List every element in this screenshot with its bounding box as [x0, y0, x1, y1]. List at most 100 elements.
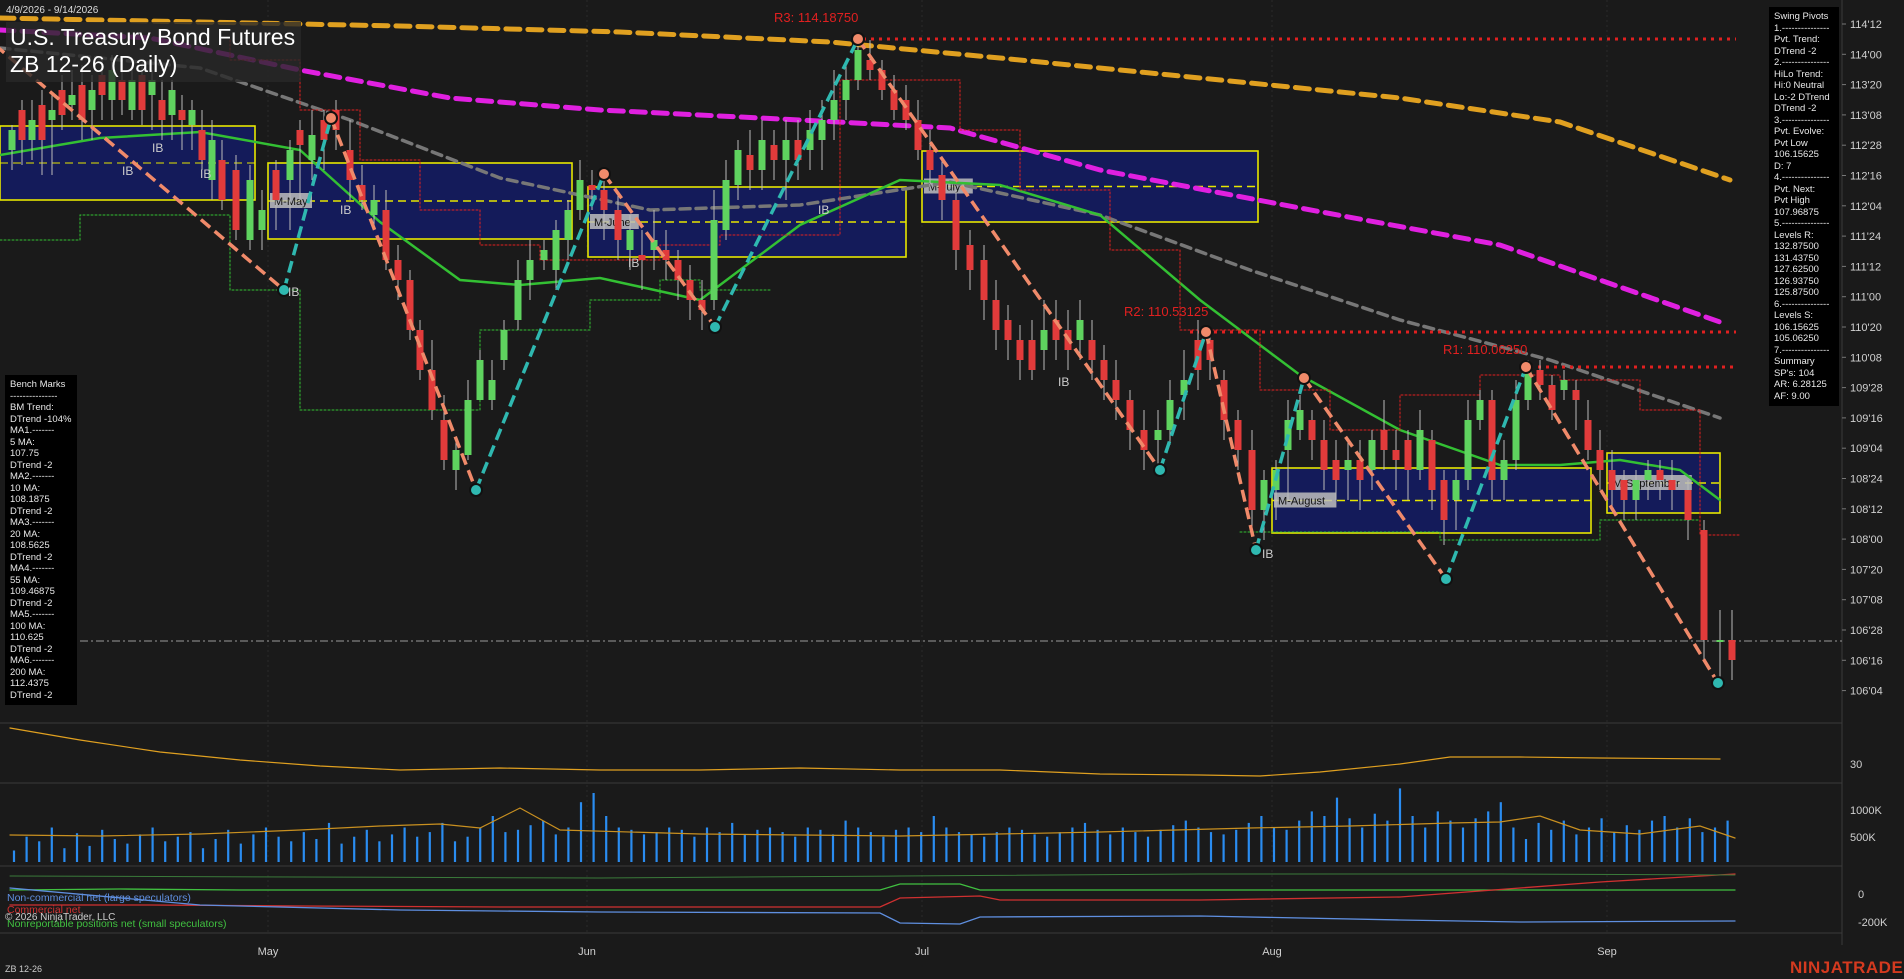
candle-body: [938, 175, 946, 200]
candle-body: [1684, 490, 1692, 520]
candle-body: [1040, 330, 1048, 350]
candle-body: [1500, 460, 1508, 480]
monthly-box-label: M-June: [594, 217, 631, 229]
benchmarks-line: 109.46875: [10, 586, 55, 597]
benchmarks-line: 112.4375: [10, 678, 49, 689]
oscillator-tick-label: 30: [1850, 759, 1862, 771]
candle-body: [308, 135, 316, 160]
candle-body: [1584, 420, 1592, 450]
candle-body: [1620, 480, 1628, 500]
benchmarks-line: MA4.-------: [10, 563, 55, 574]
chart-title: U.S. Treasury Bond Futures: [10, 24, 296, 50]
candle-body: [452, 450, 460, 470]
benchmarks-line: 10 MA:: [10, 482, 41, 494]
ib-label: IB: [340, 203, 351, 217]
candle-body: [28, 120, 36, 140]
swing-pivots-line: Levels R:: [1774, 229, 1814, 241]
swing-pivots-line: Hi:0 Neutral: [1774, 80, 1825, 91]
month-label: May: [258, 946, 279, 958]
candle-body: [952, 200, 960, 250]
ib-label: IB: [200, 167, 211, 181]
swing-pivots-line: 7.---------------: [1774, 344, 1830, 356]
volume-tick-label: 500K: [1850, 832, 1876, 844]
candle-body: [296, 130, 304, 145]
swing-pivots-line: 126.93750: [1774, 275, 1819, 287]
benchmarks-line: DTrend -2: [10, 505, 53, 517]
candle-body: [710, 220, 718, 300]
candle-body: [782, 140, 790, 160]
benchmarks-line: MA1.-------: [10, 425, 55, 436]
price-chart[interactable]: May Jun Jul Aug Sep 114'12 114'00 113'20 113'08 1…: [0, 0, 1904, 979]
y-tick-label: 106'28: [1850, 625, 1883, 637]
swing-pivot-marker: [324, 111, 338, 125]
benchmarks-line: 100 MA:: [10, 620, 46, 632]
candle-body: [1668, 480, 1676, 490]
candle-body: [440, 420, 448, 460]
month-label: Jun: [578, 946, 596, 958]
swing-pivots-line: D: 7: [1774, 160, 1792, 172]
candle-body: [1088, 340, 1096, 360]
candle-body: [588, 185, 596, 190]
candle-body: [552, 230, 560, 270]
candle-body: [818, 120, 826, 140]
swing-pivots-line: 3.---------------: [1774, 114, 1830, 126]
candle-body: [198, 130, 206, 160]
cot-small-speculators-line: [9, 873, 1736, 879]
candle-body: [576, 180, 584, 210]
benchmarks-line: 5 MA:: [10, 436, 35, 448]
candle-body: [1428, 440, 1436, 490]
candle-body: [1608, 470, 1616, 490]
candle-body: [1596, 450, 1604, 470]
ib-label: IB: [628, 256, 639, 270]
swing-pivot-marker: [1519, 360, 1533, 374]
swing-pivots-line: 1.---------------: [1774, 22, 1830, 34]
swing-pivots-line: 4.---------------: [1774, 172, 1830, 183]
candle-body: [1076, 320, 1084, 340]
benchmarks-line: 200 MA:: [10, 666, 46, 678]
y-tick-label: 113'08: [1850, 110, 1882, 122]
swing-pivots-line: 131.43750: [1774, 252, 1819, 264]
benchmarks-line: MA3.-------: [10, 517, 55, 528]
candle-body: [1332, 460, 1340, 480]
candle-body: [1632, 480, 1640, 500]
month-label: Sep: [1597, 946, 1617, 958]
candle-body: [168, 90, 176, 115]
y-tick-label: 108'12: [1850, 504, 1883, 516]
candle-body: [1028, 340, 1036, 370]
candle-body: [1260, 480, 1268, 510]
benchmarks-panel: Bench Marks --------------- BM Trend: DTren…: [5, 375, 77, 705]
candle-body: [770, 145, 778, 160]
ib-label: IB: [152, 141, 163, 155]
candle-body: [394, 260, 402, 280]
benchmarks-line: BM Trend:: [10, 402, 54, 413]
candle-body: [68, 95, 76, 105]
swing-pivots-line: Lo:-2 DTrend: [1774, 91, 1830, 103]
candle-body: [1416, 430, 1424, 470]
candle-body: [1452, 480, 1460, 500]
candle-body: [18, 110, 26, 140]
swing-pivot-marker: [1153, 463, 1167, 477]
candle-body: [258, 210, 266, 230]
candle-body: [758, 140, 766, 170]
candle-body: [1464, 420, 1472, 480]
candle-body: [854, 50, 862, 80]
candle-body: [1392, 450, 1400, 460]
swing-pivot-marker: [1297, 371, 1311, 385]
candle-body: [1004, 320, 1012, 340]
candle-body: [992, 300, 1000, 330]
benchmarks-line: 108.1875: [10, 494, 50, 505]
candle-body: [830, 100, 838, 120]
pivot-label: R3: 114.18750: [774, 10, 858, 25]
candle-body: [464, 400, 472, 455]
candle-body: [540, 250, 548, 260]
candle-body: [88, 90, 96, 110]
y-tick-label: 111'24: [1850, 231, 1881, 243]
candle-body: [118, 80, 126, 100]
y-tick-label: 109'16: [1850, 413, 1883, 425]
candle-body: [488, 380, 496, 400]
y-tick-label: 111'12: [1850, 261, 1881, 273]
candle-body: [626, 230, 634, 250]
candle-body: [1248, 450, 1256, 510]
candle-body: [1154, 430, 1162, 440]
ib-label: IB: [1262, 547, 1273, 561]
